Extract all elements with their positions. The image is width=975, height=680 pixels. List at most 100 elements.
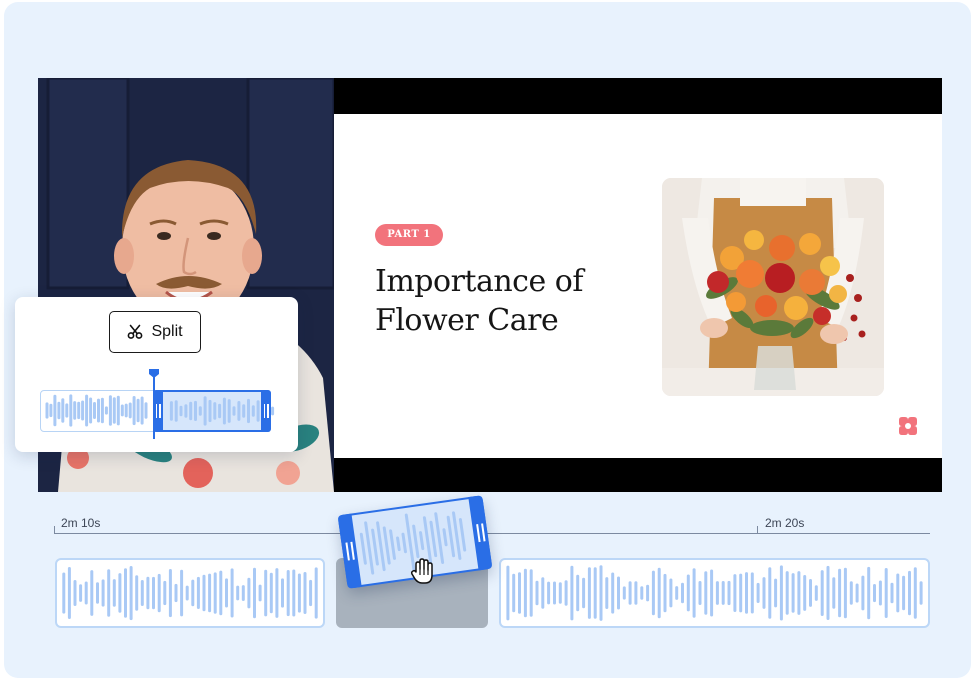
waveform-bar — [733, 574, 737, 612]
waveform-bar — [797, 571, 801, 615]
waveform-bar — [213, 572, 217, 614]
waveform-bar — [269, 572, 273, 614]
waveform-bar — [314, 567, 318, 619]
split-tool-popover: Split — [15, 297, 298, 452]
waveform-bar — [65, 403, 69, 418]
timeline-ruler — [54, 533, 930, 534]
waveform-bar — [242, 404, 246, 418]
time-marker-left: 2m 10s — [61, 516, 101, 530]
waveform-bar — [104, 406, 108, 415]
slide-title-line1: Importance of — [375, 264, 583, 299]
waveform-bar — [663, 573, 667, 613]
waveform-bar — [184, 404, 188, 418]
waveform-bar — [675, 586, 679, 600]
waveform-bar — [442, 528, 448, 547]
waveform-bar — [146, 576, 150, 610]
waveform-bar — [605, 577, 609, 609]
waveform-bar — [506, 565, 510, 621]
timeline-clip-right[interactable] — [499, 558, 930, 628]
waveform-bar — [191, 579, 195, 607]
waveform-bar — [49, 403, 53, 418]
waveform-bar — [112, 397, 116, 424]
split-button[interactable]: Split — [109, 311, 201, 353]
waveform-bar — [843, 567, 847, 619]
waveform-bar — [57, 401, 61, 420]
waveform-bar — [275, 568, 279, 618]
waveform-bar — [120, 404, 124, 417]
waveform-bar — [241, 585, 245, 601]
waveform-bar — [107, 569, 111, 617]
waveform-bar — [247, 577, 251, 609]
waveform-bar — [251, 405, 255, 417]
waveform-bar — [389, 529, 396, 560]
waveform-bar — [814, 585, 818, 601]
split-playhead[interactable] — [153, 369, 155, 439]
waveform-bar — [189, 401, 193, 421]
waveform-bar — [108, 395, 112, 426]
mini-clip-left[interactable] — [40, 390, 154, 432]
waveform-bar — [458, 518, 467, 552]
waveform-bar — [867, 566, 871, 620]
waveform-bar — [73, 580, 77, 606]
waveform-bar — [218, 403, 222, 419]
waveform-bar — [878, 580, 882, 606]
split-playhead-knob[interactable] — [149, 369, 159, 378]
waveform-bar — [855, 583, 859, 603]
waveform-bar — [53, 394, 57, 427]
waveform-bar — [564, 580, 568, 606]
waveform-bar — [919, 581, 923, 605]
waveform-bar — [140, 580, 144, 606]
waveform-bar — [657, 567, 661, 619]
waveform-bar — [651, 570, 655, 616]
waveform-bar — [194, 400, 197, 421]
waveform-bar — [169, 401, 173, 421]
waveform-bar — [809, 579, 812, 607]
waveform-bar — [230, 568, 234, 618]
mini-clip-right-selected[interactable] — [153, 390, 275, 432]
waveform-bar — [152, 576, 155, 610]
waveform-bar — [227, 399, 231, 423]
waveform-bar — [179, 405, 183, 417]
waveform-bar — [232, 406, 236, 416]
waveform-bar — [202, 574, 206, 612]
waveform-bar — [890, 582, 894, 604]
waveform-bar — [553, 581, 556, 605]
waveform-bar — [541, 577, 545, 609]
waveform-bar — [62, 572, 66, 614]
waveform-bar — [163, 580, 167, 606]
ruler-tick — [757, 526, 758, 534]
waveform-bar — [93, 402, 96, 419]
waveform-bar — [779, 565, 783, 621]
timeline-clip-left[interactable] — [55, 558, 325, 628]
part-badge: PART 1 — [375, 224, 443, 246]
waveform-bar — [750, 572, 754, 614]
waveform-bar — [100, 397, 104, 424]
mini-clip-right-handle[interactable] — [261, 390, 271, 432]
waveform-bar — [686, 574, 690, 612]
slide-title-line2: Flower Care — [375, 303, 559, 338]
waveform-bar — [698, 581, 702, 605]
waveform-bar — [791, 573, 795, 613]
waveform-bar — [225, 578, 228, 608]
waveform-bar — [523, 568, 527, 618]
waveform-bar — [303, 572, 307, 614]
waveform-bar — [73, 401, 77, 420]
slide-title: Importance of Flower Care — [375, 262, 645, 340]
waveform-bar — [611, 572, 615, 614]
waveform-bar — [640, 586, 644, 600]
waveform-bar — [281, 578, 284, 608]
grab-hand-cursor-icon — [410, 558, 436, 586]
waveform-bar — [271, 406, 275, 416]
waveform-bar — [913, 567, 917, 619]
waveform-bar — [124, 403, 128, 418]
waveform-bar — [185, 585, 189, 601]
waveform-bar — [129, 566, 133, 621]
waveform-bar — [213, 402, 217, 420]
waveform-bar — [785, 571, 789, 615]
waveform-bar — [803, 575, 807, 611]
waveform-bar — [168, 569, 172, 618]
presentation-slide: PART 1 Importance of Flower Care — [334, 114, 942, 458]
waveform-bar — [309, 579, 313, 607]
waveform-bar — [208, 573, 212, 613]
waveform-bar — [762, 577, 766, 609]
